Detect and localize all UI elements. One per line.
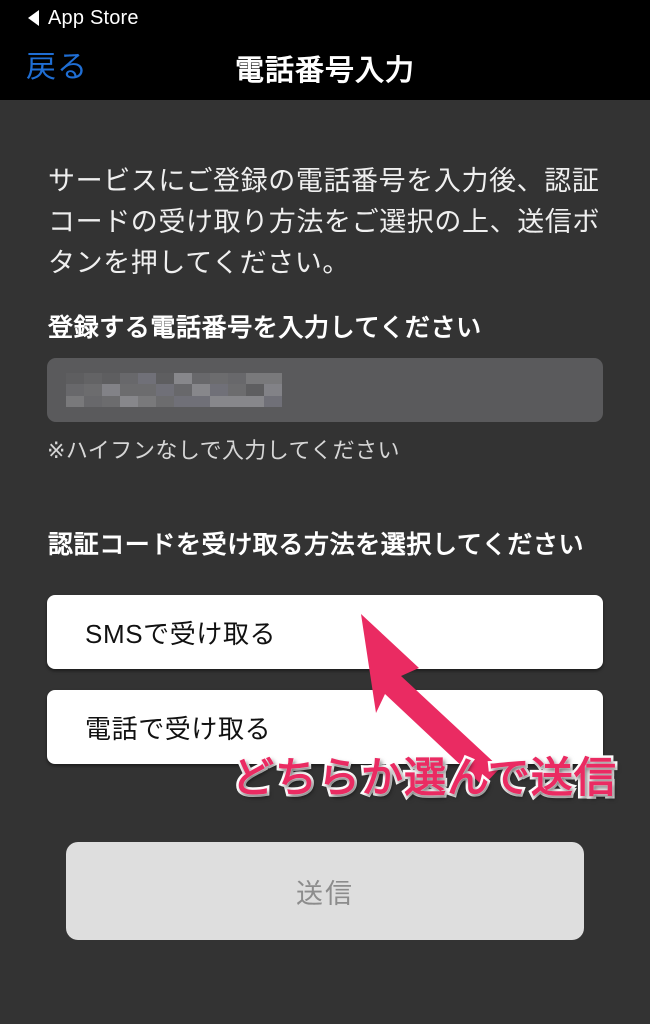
page-title: 電話番号入力: [234, 55, 415, 87]
submit-button[interactable]: 送信: [66, 842, 584, 940]
intro-text: サービスにご登録の電話番号を入力後、認証コードの受け取り方法をご選択の上、送信ボ…: [48, 166, 600, 279]
navigation-bar: 戻る 電話番号入力: [0, 36, 650, 100]
status-bar: App Store: [0, 0, 650, 36]
return-to-app-store-button[interactable]: App Store: [28, 7, 139, 30]
phone-section-label: 登録する電話番号を入力してください: [48, 314, 482, 342]
content-area: サービスにご登録の電話番号を入力後、認証コードの受け取り方法をご選択の上、送信ボ…: [0, 100, 650, 1024]
receive-by-sms-button[interactable]: SMSで受け取る: [47, 595, 603, 669]
phone-number-entry-screen: App Store 戻る 電話番号入力 サービスにご登録の電話番号を入力後、認証…: [0, 0, 650, 1024]
method-section-label: 認証コードを受け取る方法を選択してください: [48, 531, 585, 559]
phone-input-hint: ※ハイフンなしで入力してください: [47, 438, 400, 463]
receive-by-call-button[interactable]: 電話で受け取る: [47, 690, 603, 764]
triangle-left-icon: [28, 10, 39, 26]
phone-number-input[interactable]: [47, 358, 603, 422]
return-to-app-store-label: App Store: [48, 6, 139, 29]
redacted-phone-number: [66, 373, 282, 407]
